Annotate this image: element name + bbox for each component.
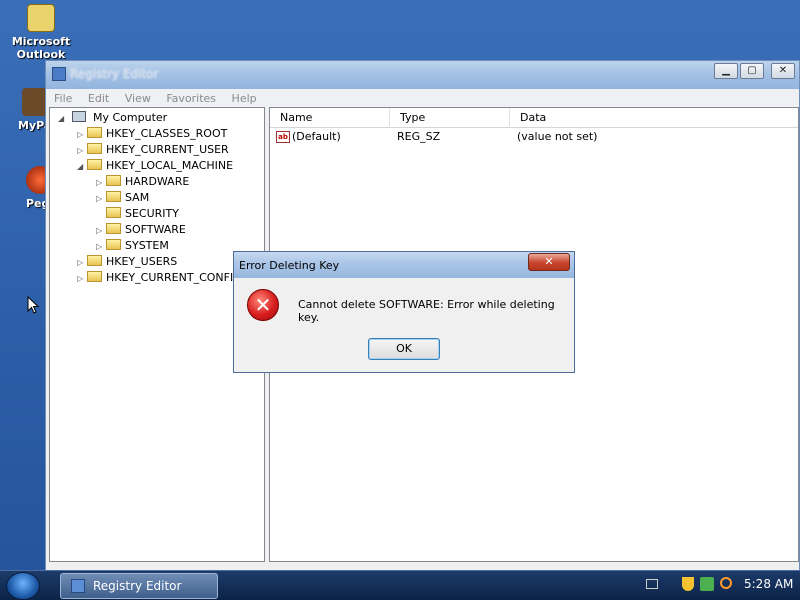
minimize-button[interactable]: ▁ bbox=[714, 63, 738, 79]
menu-bar: File Edit View Favorites Help bbox=[46, 89, 799, 109]
tree-item-system[interactable]: ▷ SYSTEM bbox=[96, 238, 169, 254]
clock[interactable]: 5:28 AM bbox=[744, 577, 793, 591]
tree-item-label: SYSTEM bbox=[125, 239, 169, 252]
desktop-icon-label: MyPa bbox=[18, 119, 46, 132]
error-icon: ✕ bbox=[247, 289, 279, 321]
window-titlebar[interactable]: Registry Editor ▁ ▢ ✕ bbox=[46, 61, 799, 89]
tree-item-my-computer[interactable]: ◢ My Computer bbox=[58, 110, 167, 126]
tree-item-sam[interactable]: ▷ SAM bbox=[96, 190, 149, 206]
collapse-arrow-icon[interactable]: ◢ bbox=[77, 159, 87, 175]
column-type[interactable]: Type bbox=[390, 108, 510, 128]
collapse-arrow-icon[interactable]: ◢ bbox=[58, 111, 68, 127]
menu-help[interactable]: Help bbox=[232, 89, 257, 109]
folder-icon bbox=[87, 255, 102, 266]
tree-item-label: HKEY_CURRENT_CONFIG bbox=[106, 271, 242, 284]
tree-item-hkcu[interactable]: ▷ HKEY_CURRENT_USER bbox=[77, 142, 229, 158]
outlook-icon bbox=[27, 4, 55, 32]
folder-icon bbox=[87, 127, 102, 138]
tree-item-hkcr[interactable]: ▷ HKEY_CLASSES_ROOT bbox=[77, 126, 227, 142]
folder-open-icon bbox=[87, 159, 102, 170]
tree-item-hkcc[interactable]: ▷ HKEY_CURRENT_CONFIG bbox=[77, 270, 242, 286]
column-headers: Name Type Data bbox=[270, 108, 798, 128]
security-shield-icon[interactable] bbox=[682, 577, 694, 591]
registry-editor-icon bbox=[52, 67, 66, 81]
desktop-icon-peg[interactable]: Peg bbox=[0, 166, 46, 210]
error-message: Cannot delete SOFTWARE: Error while dele… bbox=[298, 298, 555, 324]
ok-button[interactable]: OK bbox=[368, 338, 440, 360]
tree-item-label: SAM bbox=[125, 191, 150, 204]
tree-item-label: HARDWARE bbox=[125, 175, 190, 188]
expand-arrow-icon[interactable]: ▷ bbox=[77, 143, 87, 159]
folder-icon bbox=[87, 143, 102, 154]
keyboard-icon[interactable] bbox=[646, 579, 658, 589]
search-icon[interactable] bbox=[720, 577, 732, 589]
computer-icon bbox=[71, 111, 86, 122]
folder-icon bbox=[106, 207, 121, 218]
menu-view[interactable]: View bbox=[125, 89, 151, 109]
tree-item-label: HKEY_CURRENT_USER bbox=[106, 143, 229, 156]
tree-item-label: SOFTWARE bbox=[125, 223, 186, 236]
value-row[interactable]: ab (Default) REG_SZ (value not set) bbox=[270, 128, 798, 146]
tree-item-security[interactable]: SECURITY bbox=[96, 206, 179, 222]
menu-file[interactable]: File bbox=[54, 89, 72, 109]
column-data[interactable]: Data bbox=[510, 108, 798, 128]
desktop-icon-mypa[interactable]: MyPa bbox=[0, 88, 46, 132]
start-button[interactable] bbox=[6, 572, 40, 600]
network-icon[interactable] bbox=[700, 577, 714, 591]
tree-item-software[interactable]: ▷ SOFTWARE bbox=[96, 222, 186, 238]
expand-arrow-icon[interactable]: ▷ bbox=[77, 271, 87, 287]
folder-icon bbox=[87, 271, 102, 282]
registry-editor-icon bbox=[71, 579, 85, 593]
maximize-button[interactable]: ▢ bbox=[740, 63, 764, 79]
menu-edit[interactable]: Edit bbox=[88, 89, 109, 109]
desktop-icon-outlook[interactable]: Microsoft Outlook bbox=[6, 4, 76, 61]
folder-icon bbox=[106, 223, 121, 234]
taskbar-button-registry-editor[interactable]: Registry Editor bbox=[60, 573, 218, 599]
value-type: REG_SZ bbox=[397, 130, 441, 143]
tree-item-label: My Computer bbox=[93, 111, 168, 124]
dialog-title: Error Deleting Key bbox=[239, 259, 340, 272]
dialog-titlebar[interactable]: Error Deleting Key ✕ bbox=[234, 252, 574, 278]
folder-icon bbox=[106, 239, 121, 250]
tree-item-label: HKEY_USERS bbox=[106, 255, 178, 268]
expand-arrow-icon[interactable]: ▷ bbox=[96, 239, 106, 255]
desktop-icon-label: Peg bbox=[26, 197, 46, 210]
value-data: (value not set) bbox=[517, 130, 598, 143]
error-dialog: Error Deleting Key ✕ ✕ Cannot delete SOF… bbox=[233, 251, 575, 373]
taskbar: Registry Editor 5:28 AM bbox=[0, 570, 800, 600]
tree-item-label: HKEY_CLASSES_ROOT bbox=[106, 127, 228, 140]
app-icon bbox=[22, 88, 46, 116]
tree-item-label: HKEY_LOCAL_MACHINE bbox=[106, 159, 234, 172]
expand-arrow-icon[interactable]: ▷ bbox=[96, 223, 106, 239]
dialog-close-button[interactable]: ✕ bbox=[528, 253, 570, 271]
taskbar-button-label: Registry Editor bbox=[93, 579, 182, 593]
menu-favorites[interactable]: Favorites bbox=[166, 89, 216, 109]
app-icon bbox=[26, 166, 46, 194]
folder-icon bbox=[106, 191, 121, 202]
folder-icon bbox=[106, 175, 121, 186]
tree-item-label: SECURITY bbox=[125, 207, 179, 220]
tree-item-hku[interactable]: ▷ HKEY_USERS bbox=[77, 254, 177, 270]
close-button[interactable]: ✕ bbox=[771, 63, 795, 79]
column-name[interactable]: Name bbox=[270, 108, 390, 128]
string-value-icon: ab bbox=[276, 131, 290, 143]
value-name: (Default) bbox=[292, 130, 341, 143]
expand-arrow-icon[interactable]: ▷ bbox=[77, 127, 87, 143]
tree-item-hklm[interactable]: ◢ HKEY_LOCAL_MACHINE bbox=[77, 158, 233, 174]
desktop-icon-label: Microsoft bbox=[11, 35, 71, 48]
expand-arrow-icon[interactable]: ▷ bbox=[77, 255, 87, 271]
expand-arrow-icon[interactable]: ▷ bbox=[96, 191, 106, 207]
mouse-pointer-icon bbox=[27, 296, 39, 314]
expand-arrow-icon[interactable]: ▷ bbox=[96, 175, 106, 191]
window-title: Registry Editor bbox=[70, 67, 159, 81]
tree-item-hardware[interactable]: ▷ HARDWARE bbox=[96, 174, 189, 190]
